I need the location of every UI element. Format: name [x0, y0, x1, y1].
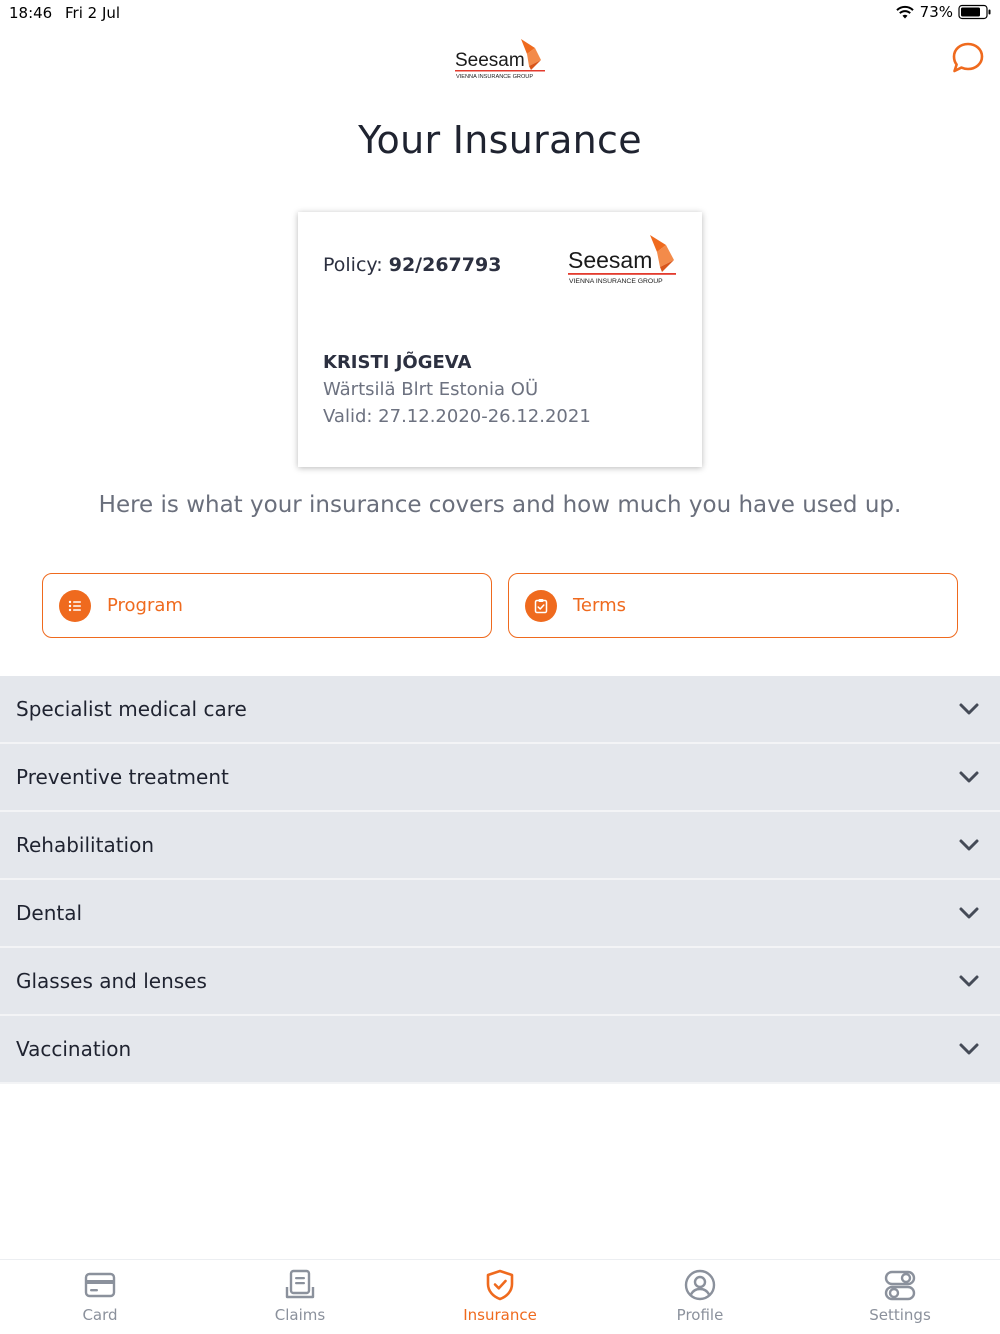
- wifi-icon: [895, 5, 914, 19]
- tab-settings[interactable]: Settings: [800, 1260, 1000, 1334]
- coverage-intro: Here is what your insurance covers and h…: [98, 492, 902, 518]
- tab-insurance-label: Insurance: [463, 1306, 537, 1324]
- policy-number: 92/267793: [388, 254, 502, 276]
- list-icon: [59, 589, 91, 622]
- status-bar: 18:46 Fri 2 Jul 73%: [0, 0, 1000, 26]
- terms-button-label: Terms: [573, 595, 627, 616]
- seesam-logo-icon: Seesam VIENNA INSURANCE GROUP: [455, 39, 545, 80]
- seesam-logo-icon: Seesam VIENNA INSURANCE GROUP: [568, 235, 676, 285]
- logo-text: Seesam: [455, 50, 525, 71]
- credit-card-icon: [84, 1272, 116, 1298]
- toggle-settings-icon: [884, 1270, 916, 1301]
- logo-tagline: VIENNA INSURANCE GROUP: [456, 74, 533, 80]
- user-circle-icon: [684, 1269, 716, 1301]
- chevron-down-icon: [959, 907, 979, 919]
- coverage-item-rehabilitation[interactable]: Rehabilitation: [0, 812, 1000, 880]
- terms-button[interactable]: Terms: [508, 573, 958, 638]
- tab-profile[interactable]: Profile: [600, 1260, 800, 1334]
- tab-claims[interactable]: Claims: [200, 1260, 400, 1334]
- tab-settings-label: Settings: [869, 1306, 931, 1324]
- coverage-item-vaccination[interactable]: Vaccination: [0, 1016, 1000, 1084]
- chevron-down-icon: [959, 703, 979, 715]
- coverage-item-label: Preventive treatment: [16, 765, 229, 789]
- chevron-down-icon: [959, 771, 979, 783]
- coverage-item-label: Rehabilitation: [16, 833, 155, 857]
- coverage-item-specialist-medical-care[interactable]: Specialist medical care: [0, 676, 1000, 744]
- chevron-down-icon: [959, 1043, 979, 1055]
- page-title: Your Insurance: [358, 118, 642, 162]
- chevron-down-icon: [959, 839, 979, 851]
- status-time: 18:46: [9, 4, 53, 22]
- card-brand-logo: Seesam VIENNA INSURANCE GROUP: [568, 232, 680, 288]
- tab-profile-label: Profile: [676, 1306, 724, 1324]
- policy-label: Policy:: [323, 254, 383, 276]
- policy-validity: Valid: 27.12.2020-26.12.2021: [323, 406, 591, 427]
- chat-icon[interactable]: [950, 40, 986, 76]
- document-stack-icon: [285, 1269, 315, 1299]
- program-button[interactable]: Program: [42, 573, 492, 638]
- coverage-item-dental[interactable]: Dental: [0, 880, 1000, 948]
- shield-check-icon: [486, 1269, 514, 1301]
- battery-percent: 73%: [919, 3, 953, 21]
- coverage-item-label: Specialist medical care: [16, 697, 247, 721]
- coverage-list: Specialist medical care Preventive treat…: [0, 676, 1000, 1084]
- tab-claims-label: Claims: [274, 1306, 326, 1324]
- coverage-item-label: Dental: [16, 901, 83, 925]
- coverage-item-glasses-and-lenses[interactable]: Glasses and lenses: [0, 948, 1000, 1016]
- coverage-item-label: Glasses and lenses: [16, 969, 207, 993]
- brand-logo: Seesam VIENNA INSURANCE GROUP: [455, 36, 547, 82]
- status-date: Fri 2 Jul: [65, 4, 121, 22]
- holder-company: Wärtsilä Blrt Estonia OÜ: [323, 379, 539, 400]
- battery-icon: [958, 4, 991, 20]
- policy-card[interactable]: Policy: 92/267793 Seesam VIENNA INSURANC…: [298, 212, 702, 467]
- program-button-label: Program: [107, 595, 183, 616]
- tab-card[interactable]: Card: [0, 1260, 200, 1334]
- holder-name: KRISTI JÕGEVA: [323, 352, 472, 373]
- chevron-down-icon: [959, 975, 979, 987]
- coverage-item-label: Vaccination: [16, 1037, 132, 1061]
- tab-insurance[interactable]: Insurance: [400, 1260, 600, 1334]
- coverage-item-preventive-treatment[interactable]: Preventive treatment: [0, 744, 1000, 812]
- clipboard-check-icon: [525, 589, 557, 622]
- bottom-tab-bar: Card Claims Insurance Profile Settings: [0, 1259, 1000, 1334]
- logo-tagline: VIENNA INSURANCE GROUP: [569, 278, 663, 285]
- tab-card-label: Card: [82, 1306, 118, 1324]
- status-indicators: 73%: [895, 3, 992, 21]
- logo-text: Seesam: [568, 247, 652, 273]
- policy-line: Policy: 92/267793: [323, 254, 501, 276]
